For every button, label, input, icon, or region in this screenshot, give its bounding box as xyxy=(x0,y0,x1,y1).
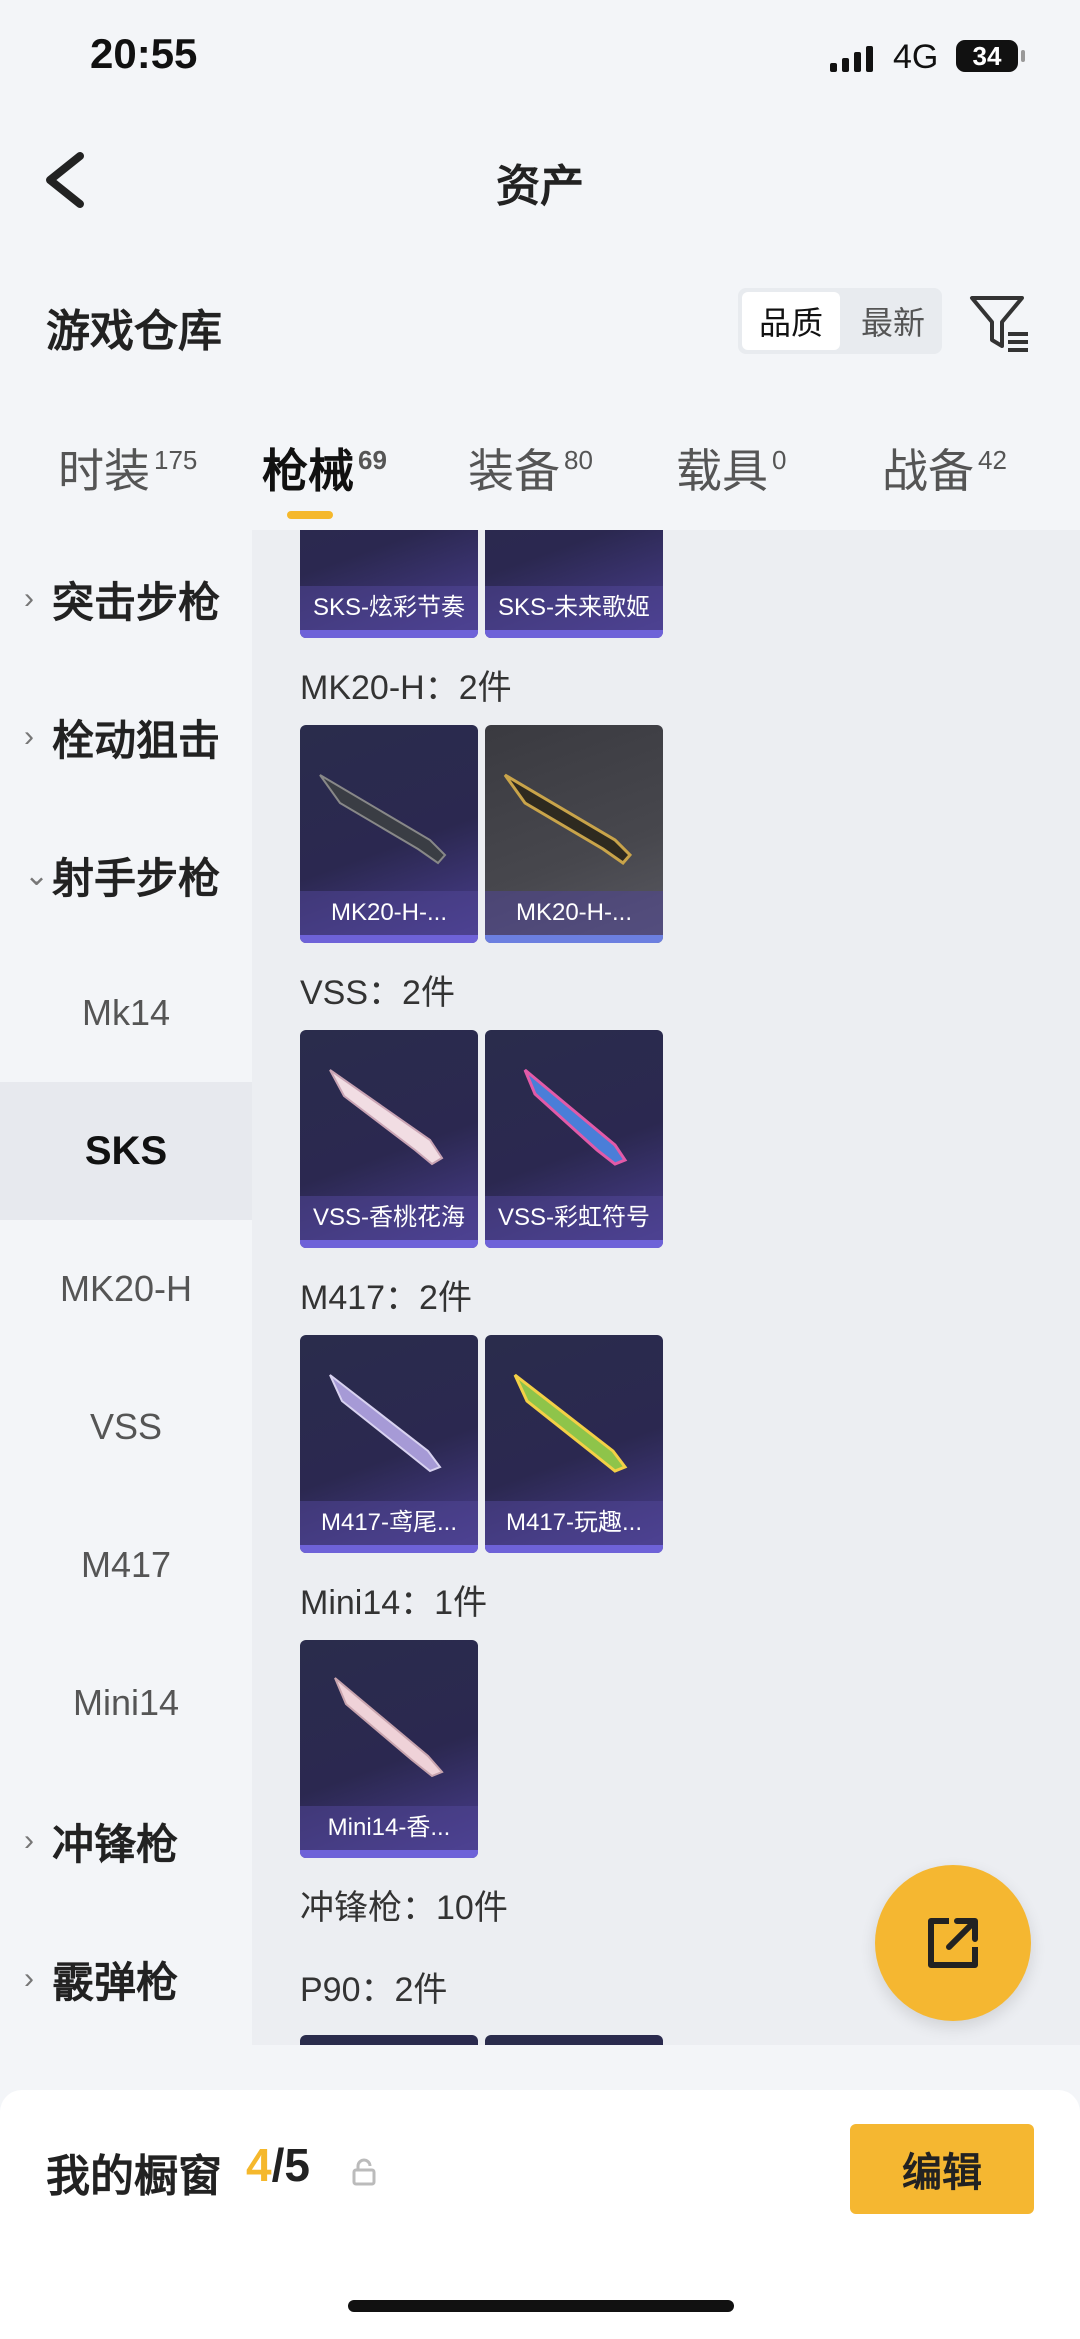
home-indicator xyxy=(348,2300,734,2312)
sidebar-category-dmr[interactable]: ⌄ 射手步枪 xyxy=(0,806,252,944)
sidebar-item-vss[interactable]: VSS xyxy=(0,1358,252,1496)
weapon-card-label: Mini14-香... xyxy=(300,1806,478,1850)
signal-icon xyxy=(830,46,873,72)
weapon-card[interactable]: M417-鸢尾... xyxy=(300,1335,478,1553)
group-title-p90: P90：2件 xyxy=(300,1971,448,2009)
weapon-list: SKS-炫彩节奏 SKS-未来歌姬 MK20-H：2件 MK20-H-... M… xyxy=(252,530,1080,2045)
sort-latest-button[interactable]: 最新 xyxy=(844,288,942,354)
weapon-card[interactable]: Mini14-香... xyxy=(300,1640,478,1858)
sidebar-item-mini14[interactable]: Mini14 xyxy=(0,1634,252,1772)
sidebar-item-mk14[interactable]: Mk14 xyxy=(0,944,252,1082)
rifle-icon xyxy=(334,1677,444,1778)
lock-icon xyxy=(352,2158,376,2186)
weapon-card[interactable] xyxy=(300,2035,478,2045)
weapon-card-label: SKS-未来歌姬 xyxy=(485,586,663,630)
edit-button[interactable]: 编辑 xyxy=(850,2124,1034,2214)
weapon-card[interactable]: MK20-H-... xyxy=(485,725,663,943)
group-title-vss: VSS：2件 xyxy=(300,974,455,1012)
chevron-down-icon: ⌄ xyxy=(24,858,50,892)
group-title-smg: 冲锋枪：10件 xyxy=(300,1889,508,1927)
network-label: 4G xyxy=(893,38,939,76)
group-title-mk20h: MK20-H：2件 xyxy=(300,669,512,707)
weapon-card[interactable] xyxy=(485,2035,663,2045)
group-title-mini14: Mini14：1件 xyxy=(300,1584,488,1622)
sidebar: › 突击步枪 › 栓动狙击 ⌄ 射手步枪 Mk14 SKS MK20-H VSS… xyxy=(0,530,252,2045)
rifle-icon xyxy=(319,774,447,865)
share-button[interactable] xyxy=(875,1865,1031,2021)
tab-fashion[interactable]: 时装 175 xyxy=(58,435,197,501)
tab-weapons[interactable]: 枪械 69 xyxy=(262,435,387,501)
filter-icon xyxy=(970,296,1028,352)
sidebar-item-m417[interactable]: M417 xyxy=(0,1496,252,1634)
weapon-card-label: MK20-H-... xyxy=(485,891,663,935)
rifle-icon xyxy=(329,1069,444,1166)
tab-underline xyxy=(287,511,333,519)
status-bar: 20:55 4G 34 xyxy=(0,0,1080,120)
sidebar-category-assault-rifle[interactable]: › 突击步枪 xyxy=(0,530,252,668)
chevron-right-icon: › xyxy=(24,1824,34,1857)
sidebar-item-sks[interactable]: SKS xyxy=(0,1082,252,1220)
category-tabs: 时装 175 枪械 69 装备 80 载具 0 战备 42 xyxy=(0,425,1080,530)
sidebar-category-smg[interactable]: › 冲锋枪 xyxy=(0,1772,252,1910)
rifle-icon xyxy=(523,1068,628,1166)
chevron-right-icon: › xyxy=(24,720,34,753)
warehouse-title: 游戏仓库 xyxy=(46,307,222,356)
weapon-card[interactable]: VSS-香桃花海 xyxy=(300,1030,478,1248)
group-title-m417: M417：2件 xyxy=(300,1279,472,1317)
share-icon xyxy=(928,1918,978,1968)
page-title: 资产 xyxy=(496,162,584,211)
chevron-right-icon: › xyxy=(24,582,34,615)
tab-vehicles[interactable]: 载具 0 xyxy=(676,435,786,501)
filter-button[interactable] xyxy=(966,290,1032,356)
sidebar-category-shotgun[interactable]: › 霰弹枪 xyxy=(0,1910,252,2045)
battery-icon: 34 xyxy=(956,40,1025,72)
nav-bar: 资产 xyxy=(0,130,1080,230)
sort-toggle: 品质 最新 xyxy=(738,288,942,354)
chevron-right-icon: › xyxy=(24,1962,34,1995)
showcase-count: 4/5 xyxy=(246,2139,310,2191)
weapon-card-label: MK20-H-... xyxy=(300,891,478,935)
weapon-card[interactable]: SKS-炫彩节奏 xyxy=(300,530,478,638)
weapon-card-label: VSS-彩虹符号 xyxy=(485,1196,663,1240)
weapon-card-label: VSS-香桃花海 xyxy=(300,1196,478,1240)
weapon-card-label: M417-玩趣... xyxy=(485,1501,663,1545)
rifle-icon xyxy=(513,1373,628,1473)
weapon-card[interactable]: SKS-未来歌姬 xyxy=(485,530,663,638)
sort-quality-button[interactable]: 品质 xyxy=(742,292,840,350)
rifle-icon xyxy=(503,773,633,866)
sidebar-category-bolt-sniper[interactable]: › 栓动狙击 xyxy=(0,668,252,806)
sidebar-item-mk20h[interactable]: MK20-H xyxy=(0,1220,252,1358)
showcase-title: 我的橱窗 xyxy=(46,2152,222,2201)
weapon-card[interactable]: M417-玩趣... xyxy=(485,1335,663,1553)
weapon-card[interactable]: MK20-H-... xyxy=(300,725,478,943)
tab-supplies[interactable]: 战备 42 xyxy=(882,435,1007,501)
weapon-card[interactable]: VSS-彩虹符号 xyxy=(485,1030,663,1248)
weapon-card-label: SKS-炫彩节奏 xyxy=(300,586,478,630)
status-time: 20:55 xyxy=(90,30,198,77)
rifle-icon xyxy=(329,1374,442,1473)
weapon-card-label: M417-鸢尾... xyxy=(300,1501,478,1545)
tab-equipment[interactable]: 装备 80 xyxy=(468,435,593,501)
